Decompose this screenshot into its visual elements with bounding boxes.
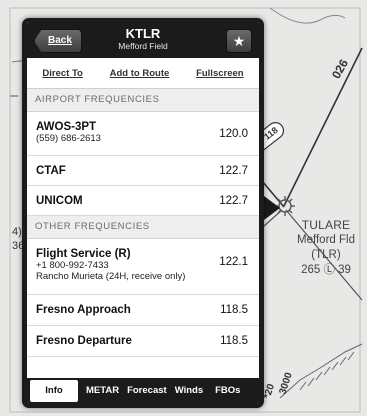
- favorite-star-icon[interactable]: ★: [226, 29, 252, 53]
- airport-chart-label: TULARE Mefford Fld (TLR) 265 Ⓛ 39: [292, 218, 367, 278]
- frequency-name: CTAF: [36, 165, 66, 177]
- popover-header: Back KTLR Mefford Field ★: [27, 22, 259, 58]
- frequency-detail-location: Rancho Murieta (24H, receive only): [36, 271, 186, 282]
- airport-chart-field: Mefford Fld: [297, 234, 355, 246]
- frequency-value: 122.7: [219, 195, 248, 207]
- tab-info[interactable]: Info: [30, 380, 78, 402]
- back-button-label: Back: [48, 35, 72, 46]
- frequency-row-flight-service[interactable]: Flight Service (R) +1 800-992-7433 Ranch…: [27, 239, 259, 295]
- frequency-value: 122.1: [219, 256, 248, 268]
- back-button[interactable]: Back: [34, 29, 82, 53]
- frequency-row-unicom[interactable]: UNICOM 122.7: [27, 186, 259, 216]
- action-bar: Direct To Add to Route Fullscreen: [27, 58, 259, 89]
- airport-chart-info: 265 Ⓛ 39: [301, 264, 351, 276]
- airway-026-line: [283, 47, 363, 207]
- frequency-name: Fresno Departure: [36, 335, 132, 347]
- airport-info-popover: Back KTLR Mefford Field ★ Direct To Add …: [22, 18, 264, 408]
- tab-fbos[interactable]: FBOs: [211, 380, 244, 402]
- airport-symbol: [275, 196, 295, 216]
- frequency-value: 122.7: [219, 165, 248, 177]
- other-frequencies-header: OTHER FREQUENCIES: [27, 216, 259, 239]
- frequency-value: 118.5: [220, 304, 248, 316]
- add-to-route-link[interactable]: Add to Route: [110, 68, 170, 79]
- direct-to-link[interactable]: Direct To: [42, 68, 82, 79]
- edge-label-a: 4): [12, 226, 22, 238]
- frequency-name: AWOS-3PT: [36, 121, 97, 133]
- frequency-name: Flight Service (R): [36, 248, 131, 260]
- frequency-name: UNICOM: [36, 195, 83, 207]
- frequency-row-ctaf[interactable]: CTAF 122.7: [27, 156, 259, 186]
- tab-metar[interactable]: METAR: [82, 380, 123, 402]
- airport-chart-code: (TLR): [311, 249, 341, 261]
- frequency-detail-phone: +1 800-992-7433: [36, 260, 109, 271]
- airport-chart-name: TULARE: [301, 218, 351, 232]
- frequency-row-awos[interactable]: AWOS-3PT (559) 686-2613 120.0: [27, 112, 259, 156]
- fullscreen-link[interactable]: Fullscreen: [196, 68, 244, 79]
- tab-winds[interactable]: Winds: [171, 380, 207, 402]
- frequency-name: Fresno Approach: [36, 304, 131, 316]
- tab-forecast[interactable]: Forecast: [123, 380, 171, 402]
- frequency-row-fresno-departure[interactable]: Fresno Departure 118.5: [27, 326, 259, 357]
- bottom-tab-bar: Info METAR Forecast Winds FBOs: [27, 378, 259, 404]
- airport-frequencies-header: AIRPORT FREQUENCIES: [27, 89, 259, 112]
- frequency-value: 120.0: [219, 128, 248, 140]
- frequency-row-fresno-approach[interactable]: Fresno Approach 118.5: [27, 295, 259, 326]
- frequency-detail: (559) 686-2613: [36, 133, 101, 144]
- frequency-value: 118.5: [220, 335, 248, 347]
